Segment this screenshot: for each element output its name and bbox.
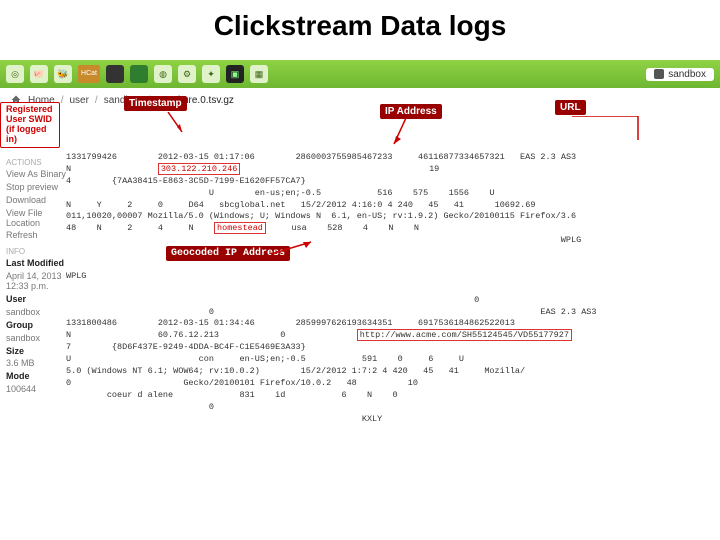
- annot-swid: Registered User SWID (if logged in): [0, 102, 60, 148]
- app-icon[interactable]: ◎: [6, 65, 24, 83]
- info-size-label: Size: [6, 347, 66, 357]
- annot-ip: IP Address: [380, 104, 442, 119]
- log-row: N 60.76.12.213 0 http://www.acme.com/SH5…: [66, 330, 714, 342]
- annot-url: URL: [555, 100, 586, 115]
- breadcrumb: Home / user / sandbox / Omniture.0.tsv.g…: [0, 88, 720, 108]
- tools-icon[interactable]: ✦: [202, 65, 220, 83]
- info-group-value: sandbox: [6, 334, 66, 344]
- log-row: 7 {8D6F437E-9249-4DDA-BC4F-C1E5469E3A33}: [66, 342, 714, 354]
- annot-timestamp: Timestamp: [124, 96, 187, 111]
- sidebar-actions-title: ACTIONS: [6, 158, 66, 167]
- file-content: 1331799426 2012-03-15 01:17:06 286000375…: [66, 148, 720, 425]
- user-label: sandbox: [668, 69, 706, 80]
- sidebar-item-viewbinary[interactable]: View As Binary: [6, 170, 66, 180]
- user-menu[interactable]: sandbox: [646, 68, 714, 81]
- log-row: 0: [66, 295, 714, 307]
- sidebar: ACTIONS View As Binary Stop preview Down…: [0, 148, 66, 425]
- top-toolbar: ◎ 🐖 🐝 HCat ◍ ⚙ ✦ ▣ ▦ sandbox: [0, 60, 720, 88]
- globe-icon[interactable]: ◍: [154, 65, 172, 83]
- log-row: 48 N 2 4 N homestead usa 528 4 N N: [66, 223, 714, 235]
- log-row: N 303.122.210.246 19: [66, 164, 714, 176]
- info-group-label: Group: [6, 321, 66, 331]
- sidebar-item-viewloc[interactable]: View File Location: [6, 209, 66, 229]
- avatar-icon: [654, 69, 664, 79]
- log-row: WPLG: [66, 271, 714, 283]
- info-mode-value: 100644: [6, 385, 66, 395]
- sidebar-info-title: INFO: [6, 247, 66, 256]
- info-lastmod-label: Last Modified: [6, 259, 66, 269]
- db-green-icon[interactable]: [130, 65, 148, 83]
- db-dark-icon[interactable]: [106, 65, 124, 83]
- bee-icon[interactable]: 🐝: [54, 65, 72, 83]
- grid-icon[interactable]: ▦: [250, 65, 268, 83]
- log-row: 4 {7AA38415-E863-3C5D-7199-E1620FF57CA7}: [66, 176, 714, 188]
- url-highlight: http://www.acme.com/SH55124545/VD5517792…: [357, 329, 572, 341]
- info-user-label: User: [6, 295, 66, 305]
- hcat-icon[interactable]: HCat: [78, 65, 100, 83]
- info-mode-label: Mode: [6, 372, 66, 382]
- log-row: 0: [66, 402, 714, 414]
- log-row: 0 EAS 2.3 AS3: [66, 307, 714, 319]
- log-row: 0 Gecko/20100101 Firefox/10.0.2 48 10: [66, 378, 714, 390]
- log-row: 5.0 (Windows NT 6.1; WOW64; rv:10.0.2) 1…: [66, 366, 714, 378]
- breadcrumb-part[interactable]: user: [69, 95, 88, 106]
- log-row: N Y 2 0 D64 sbcglobal.net 15/2/2012 4:16…: [66, 200, 714, 212]
- log-row: U en-us;en;-0.5 516 575 1556 U: [66, 188, 714, 200]
- log-row: U con en-US;en;-0.5 591 0 6 U: [66, 354, 714, 366]
- log-row: [66, 259, 714, 271]
- ip-highlight: 303.122.210.246: [158, 163, 241, 175]
- geo-highlight: homestead: [214, 222, 266, 234]
- gear-icon[interactable]: ⚙: [178, 65, 196, 83]
- info-lastmod-value: April 14, 2013 12:33 p.m.: [6, 272, 66, 292]
- page-title: Clickstream Data logs: [0, 0, 720, 60]
- log-row: WPLG: [66, 235, 714, 247]
- log-row: 011,10020,00007 Mozilla/5.0 (Windows; U;…: [66, 211, 714, 223]
- log-row: 0: [66, 247, 714, 259]
- log-row: coeur d alene 831 id 6 N 0: [66, 390, 714, 402]
- annotation-layer-top: Registered User SWID (if logged in) Time…: [0, 108, 720, 148]
- log-row: [66, 283, 714, 295]
- info-size-value: 3.6 MB: [6, 359, 66, 369]
- terminal-icon[interactable]: ▣: [226, 65, 244, 83]
- sidebar-item-refresh[interactable]: Refresh: [6, 231, 66, 241]
- breadcrumb-sep: /: [95, 95, 98, 106]
- log-row: KXLY: [66, 414, 714, 426]
- info-user-value: sandbox: [6, 308, 66, 318]
- sidebar-item-stoppreview[interactable]: Stop preview: [6, 183, 66, 193]
- sidebar-item-download[interactable]: Download: [6, 196, 66, 206]
- pig-icon[interactable]: 🐖: [30, 65, 48, 83]
- breadcrumb-sep: /: [61, 95, 64, 106]
